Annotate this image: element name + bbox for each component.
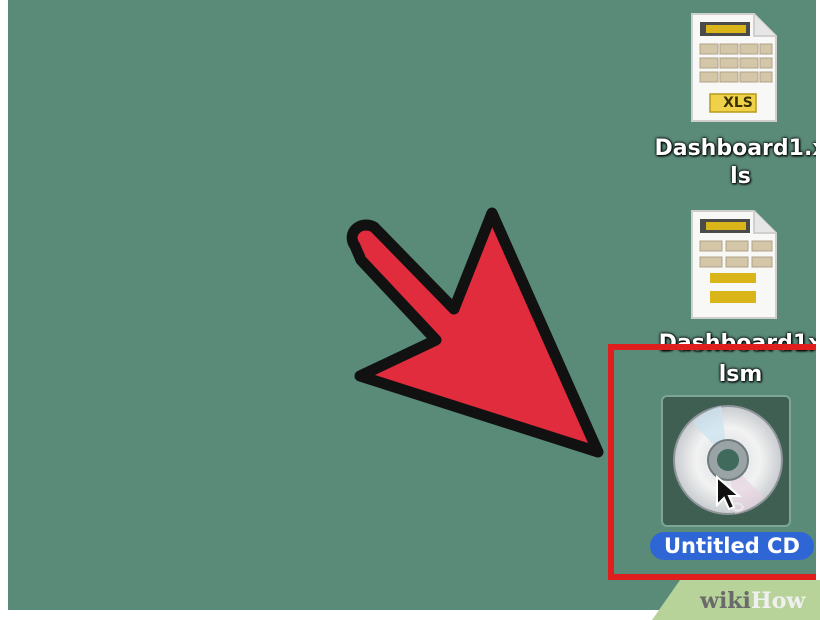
watermark-wiki: wiki (700, 588, 751, 614)
red-pointing-arrow-icon (346, 207, 604, 458)
watermark-text: wikiHow (700, 588, 805, 614)
wikihow-watermark: wikiHow (652, 580, 820, 620)
desktop: XLS Dashboard1.x ls Dashboard1x lsm Unti… (8, 0, 816, 610)
watermark-how: How (750, 588, 806, 614)
